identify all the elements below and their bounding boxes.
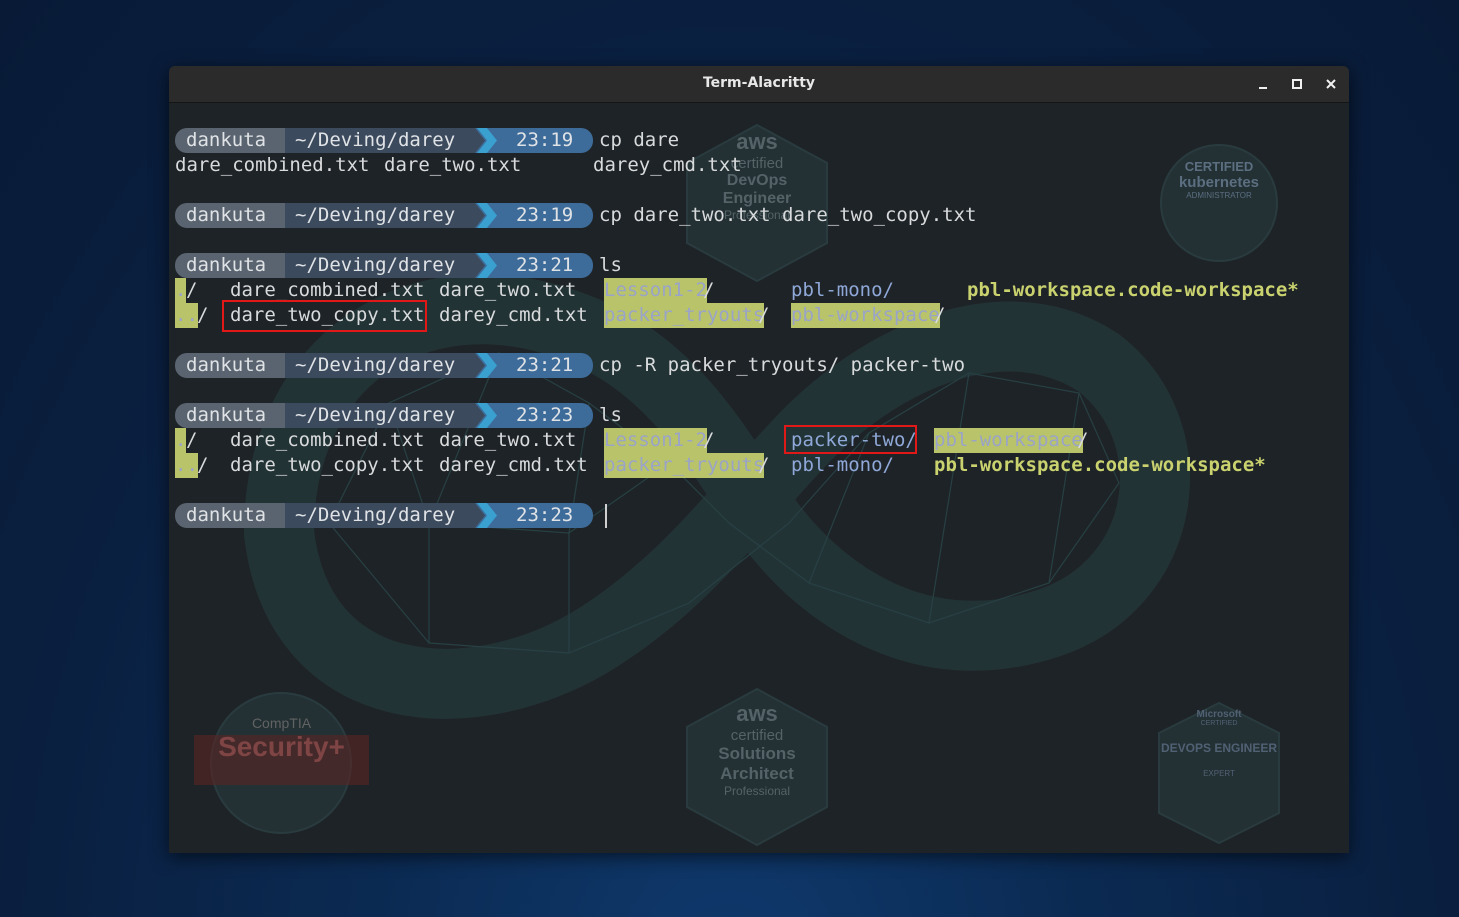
prompt-time: 23:23: [501, 503, 593, 528]
terminal-area[interactable]: aws certified DevOps Engineer Profession…: [169, 103, 1349, 853]
list-item: .: [175, 278, 187, 303]
title-bar[interactable]: Term-Alacritty: [169, 66, 1349, 103]
ls-output-line: . / dare_combined.txt dare_two.txt Lesso…: [175, 428, 1335, 453]
minimize-icon[interactable]: [1252, 73, 1274, 95]
list-item: /: [758, 304, 770, 326]
list-item: darey_cmd.txt: [593, 154, 742, 176]
chevron-right-icon: [475, 353, 501, 378]
list-item: packer_tryouts: [604, 453, 765, 478]
badge-line: DEVOPS ENGINEER: [1160, 741, 1278, 755]
list-item: /: [186, 279, 198, 301]
prompt-path: ~/Deving/darey: [285, 253, 475, 278]
prompt-path: ~/Deving/darey: [285, 353, 475, 378]
list-item: pbl-workspace.code-workspace*: [934, 454, 1266, 476]
command-text: ls: [599, 254, 622, 276]
list-item: Lesson1-2: [604, 428, 707, 453]
command-text: cp -R packer_tryouts/ packer-two: [599, 354, 966, 376]
list-item: .: [175, 428, 187, 453]
list-item: dare_two.txt: [439, 429, 577, 451]
list-item: /: [703, 429, 715, 451]
badge-aws-solutions: aws certified Solutions Architect Profes…: [699, 701, 815, 798]
badge-line: Microsoft: [1196, 709, 1242, 720]
prompt-path: ~/Deving/darey: [285, 128, 475, 153]
list-item: Lesson1-2: [604, 278, 707, 303]
list-item: /: [197, 304, 209, 326]
badge-line: Professional: [723, 784, 791, 798]
list-item: ..: [175, 453, 198, 478]
badge-line: CERTIFIED: [1200, 720, 1238, 727]
prompt-path: ~/Deving/darey: [285, 403, 475, 428]
badge-line: Security+: [218, 731, 345, 762]
chevron-right-icon: [475, 403, 501, 428]
badge-comptia: CompTIA Security+: [194, 715, 369, 763]
command-text: cp dare_two.txt dare_two_copy.txt: [599, 204, 977, 226]
list-item: /: [703, 279, 715, 301]
prompt-time: 23:19: [501, 128, 593, 153]
list-item: dare_two_copy.txt: [230, 454, 425, 476]
prompt-time: 23:19: [501, 203, 593, 228]
list-item: pbl-mono/: [791, 454, 894, 476]
aws-logo-text: aws: [736, 701, 778, 726]
terminal-window: Term-Alacritty aws certified DevOps Engi…: [169, 66, 1349, 853]
badge-line: CompTIA: [251, 715, 312, 731]
prompt-user: dankuta: [175, 353, 285, 378]
badge-line: Solutions: [718, 744, 796, 763]
list-item: pbl-workspace: [791, 303, 940, 328]
badge-line: ADMINISTRATOR: [1186, 191, 1252, 200]
badge-line: EXPERT: [1203, 769, 1235, 778]
completion-line: dare_combined.txt dare_two.txt darey_cmd…: [175, 153, 1335, 178]
annotation-box: [222, 300, 427, 332]
prompt-user: dankuta: [175, 203, 285, 228]
list-item: dare_combined.txt: [230, 429, 425, 451]
prompt-user: dankuta: [175, 403, 285, 428]
annotation-box: [784, 425, 917, 454]
list-item: packer_tryouts: [604, 303, 765, 328]
prompt-user: dankuta: [175, 128, 285, 153]
list-item: dare_two.txt: [439, 279, 577, 301]
text-cursor: [605, 504, 607, 528]
prompt-time: 23:21: [501, 353, 593, 378]
badge-microsoft: Microsoft CERTIFIED DEVOPS ENGINEER EXPE…: [1149, 709, 1289, 778]
chevron-right-icon: [475, 503, 501, 528]
window-title: Term-Alacritty: [702, 75, 816, 91]
ls-output-line: .. / dare_two_copy.txt darey_cmd.txt pac…: [175, 453, 1335, 478]
list-item: /: [1077, 429, 1089, 451]
list-item: darey_cmd.txt: [439, 304, 588, 326]
prompt-path: ~/Deving/darey: [285, 503, 475, 528]
list-item: pbl-workspace: [934, 428, 1083, 453]
prompt-time: 23:21: [501, 253, 593, 278]
prompt-user: dankuta: [175, 253, 285, 278]
command-text: cp dare: [599, 129, 680, 151]
list-item: pbl-workspace.code-workspace*: [967, 279, 1299, 301]
list-item: dare_combined.txt: [175, 154, 370, 176]
list-item: pbl-mono/: [791, 279, 894, 301]
list-item: darey_cmd.txt: [439, 454, 588, 476]
maximize-icon[interactable]: [1286, 73, 1308, 95]
list-item: /: [758, 454, 770, 476]
command-text: ls: [599, 404, 622, 426]
list-item: /: [197, 454, 209, 476]
prompt-user: dankuta: [175, 503, 285, 528]
close-icon[interactable]: [1320, 73, 1342, 95]
list-item: /: [934, 304, 946, 326]
list-item: dare_two.txt: [384, 154, 522, 176]
prompt-time: 23:23: [501, 403, 593, 428]
chevron-right-icon: [475, 128, 501, 153]
badge-line: Architect: [720, 764, 794, 783]
list-item: /: [186, 429, 198, 451]
badge-line: certified: [730, 727, 784, 744]
chevron-right-icon: [475, 203, 501, 228]
chevron-right-icon: [475, 253, 501, 278]
list-item: ..: [175, 303, 198, 328]
prompt-path: ~/Deving/darey: [285, 203, 475, 228]
aws-logo-text: aws: [736, 129, 778, 154]
